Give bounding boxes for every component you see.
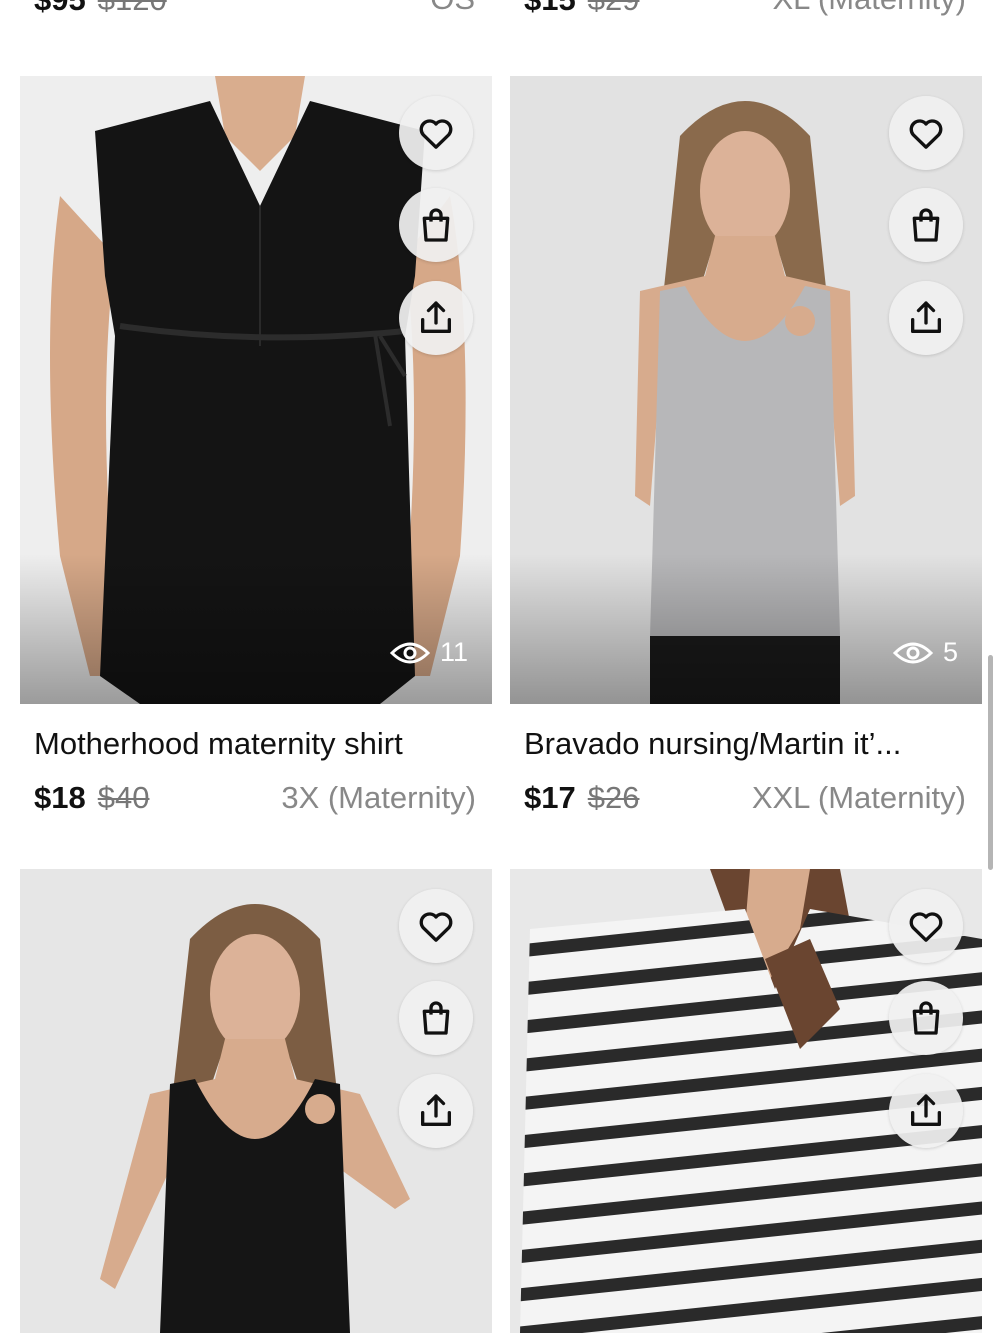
share-button[interactable]: [889, 281, 963, 355]
listing-size: XXL (Maternity): [751, 780, 966, 815]
add-to-bag-button[interactable]: [889, 188, 963, 262]
add-to-bag-button[interactable]: [399, 981, 473, 1055]
listing-price-row: $15 $29: [524, 0, 639, 22]
listing-price: $17: [524, 780, 576, 815]
shopping-bag-icon: [422, 208, 450, 242]
listing-original-price: $40: [97, 780, 150, 815]
listing-card[interactable]: 5 Bravado nursing/Martin it’... $17 $26 …: [510, 76, 982, 836]
listing-price-row: $95 $120: [34, 0, 167, 22]
share-icon: [911, 301, 941, 333]
view-count: 11: [389, 637, 468, 668]
share-button[interactable]: [889, 1074, 963, 1148]
listing-photo[interactable]: 11: [20, 76, 492, 704]
share-button[interactable]: [399, 1074, 473, 1148]
listing-photo[interactable]: 5: [510, 76, 982, 704]
listing-size: XL (Maternity): [772, 0, 966, 17]
listing-original-price: $29: [588, 0, 640, 18]
share-icon: [421, 1094, 451, 1126]
listing-size: OS: [430, 0, 475, 17]
photo-gradient: [510, 554, 982, 704]
add-to-bag-button[interactable]: [399, 188, 473, 262]
scrollbar[interactable]: [988, 655, 993, 870]
like-button[interactable]: [399, 96, 473, 170]
listing-price: $95: [34, 0, 86, 18]
listing-title[interactable]: Motherhood maternity shirt: [34, 726, 479, 762]
view-count-value: 11: [439, 637, 468, 667]
listing-price: $18: [34, 780, 86, 815]
listing-photo[interactable]: [510, 869, 982, 1333]
heart-icon: [419, 119, 453, 149]
heart-icon: [909, 912, 943, 942]
listing-card[interactable]: [510, 869, 982, 1333]
listing-price: $15: [524, 0, 576, 18]
listing-photo[interactable]: [20, 869, 492, 1333]
listing-original-price: $26: [587, 780, 640, 815]
shopping-bag-icon: [912, 1001, 940, 1035]
listing-card[interactable]: [20, 869, 492, 1333]
listing-original-price: $120: [98, 0, 167, 18]
eye-icon: [892, 642, 933, 663]
listing-size: 3X (Maternity): [281, 780, 476, 815]
eye-icon: [389, 642, 430, 663]
shopping-bag-icon: [912, 208, 940, 242]
listing-price-row: $18 $40: [34, 776, 149, 820]
add-to-bag-button[interactable]: [889, 981, 963, 1055]
shopping-bag-icon: [422, 1001, 450, 1035]
listing-price-row: $17 $26: [524, 776, 639, 820]
listing-title[interactable]: Bravado nursing/Martin it’...: [524, 726, 969, 762]
share-button[interactable]: [399, 281, 473, 355]
heart-icon: [909, 119, 943, 149]
listing-card[interactable]: 11 Motherhood maternity shirt $18 $40 3X…: [20, 76, 492, 836]
like-button[interactable]: [889, 96, 963, 170]
share-icon: [911, 1094, 941, 1126]
photo-gradient: [20, 554, 492, 704]
share-icon: [421, 301, 451, 333]
previous-listings-row: $95 $120 OS $15 $29 XL (Maternity): [0, 0, 1000, 28]
view-count-value: 5: [942, 637, 958, 667]
view-count: 5: [892, 637, 958, 668]
like-button[interactable]: [399, 889, 473, 963]
like-button[interactable]: [889, 889, 963, 963]
heart-icon: [419, 912, 453, 942]
